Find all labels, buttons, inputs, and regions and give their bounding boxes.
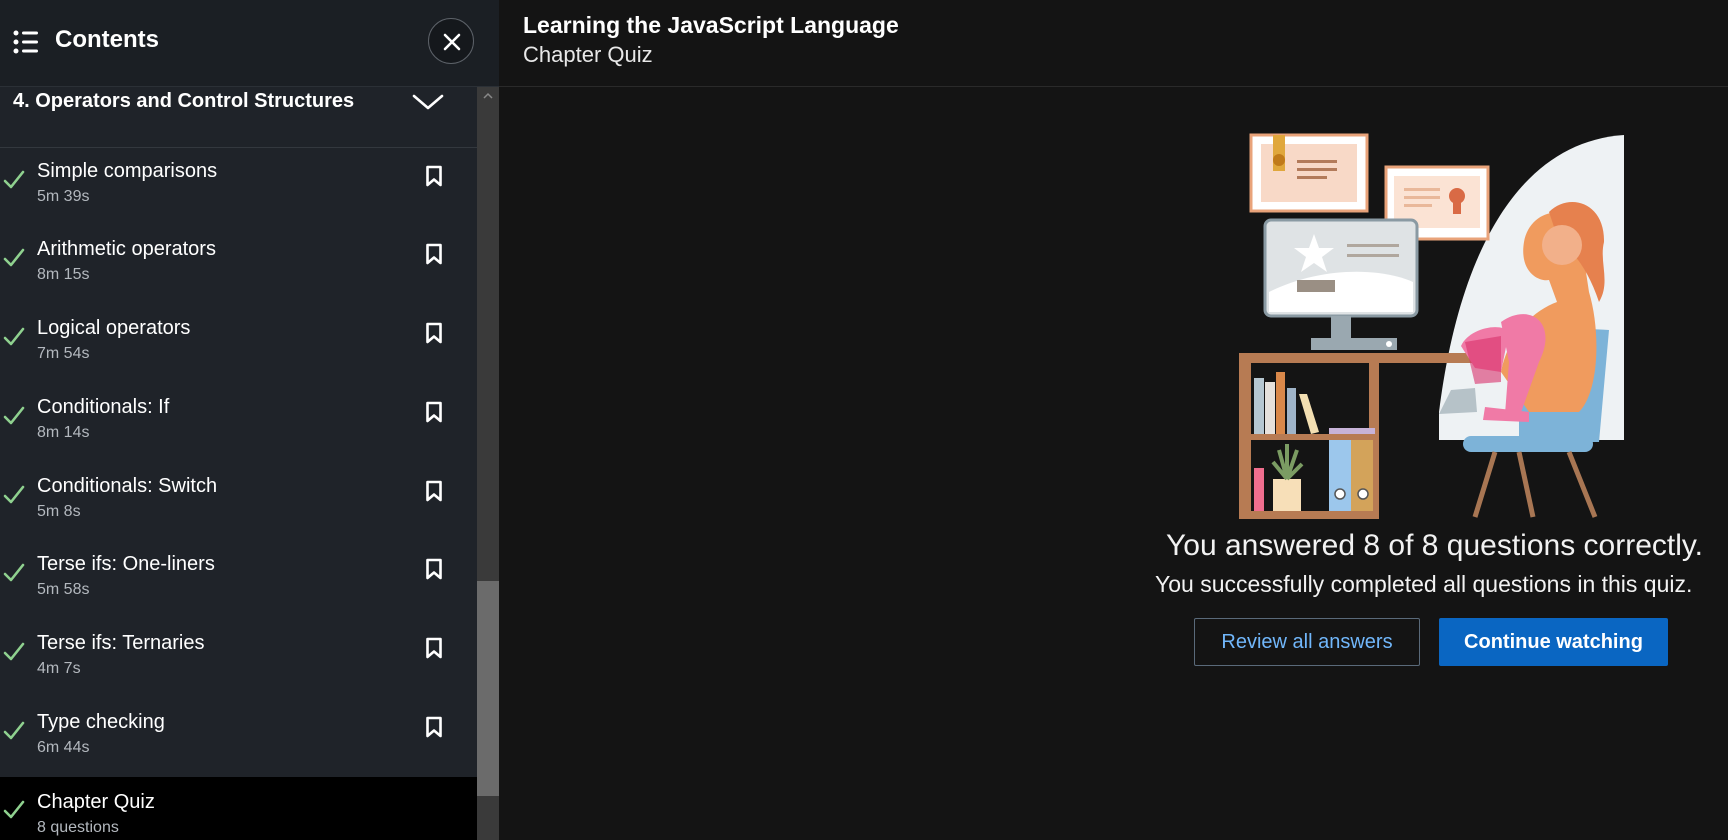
chapter-title: Chapter Quiz bbox=[523, 42, 653, 67]
review-answers-button[interactable]: Review all answers bbox=[1194, 618, 1420, 666]
item-title: Logical operators bbox=[37, 317, 191, 339]
bookmark-icon[interactable] bbox=[425, 243, 443, 265]
item-duration: 6m 44s bbox=[37, 739, 90, 756]
scrollbar-thumb[interactable] bbox=[477, 581, 499, 796]
list-item[interactable]: Terse ifs: Ternaries 4m 7s bbox=[0, 623, 477, 701]
check-icon bbox=[3, 170, 25, 189]
bookmark-icon[interactable] bbox=[425, 716, 443, 738]
list-icon bbox=[13, 30, 38, 54]
item-title: Conditionals: If bbox=[37, 396, 170, 418]
course-header: Learning the JavaScript Language Chapter… bbox=[499, 0, 1728, 87]
scroll-up-icon[interactable] bbox=[477, 87, 499, 105]
item-title: Simple comparisons bbox=[37, 160, 218, 182]
item-duration: 4m 7s bbox=[37, 660, 81, 677]
item-duration: 8m 15s bbox=[37, 266, 90, 283]
section-title: 4. Operators and Control Structures bbox=[13, 90, 355, 112]
main-panel: Learning the JavaScript Language Chapter… bbox=[499, 0, 1728, 840]
quiz-complete-illustration bbox=[1239, 133, 1624, 519]
bookmark-icon[interactable] bbox=[425, 637, 443, 659]
item-title: Type checking bbox=[37, 711, 165, 733]
check-icon bbox=[3, 800, 25, 819]
item-title: Arithmetic operators bbox=[37, 238, 216, 260]
close-icon bbox=[443, 33, 461, 51]
check-icon bbox=[3, 563, 25, 582]
sidebar-header: Contents bbox=[0, 0, 499, 87]
list-item[interactable]: Logical operators 7m 54s bbox=[0, 308, 477, 386]
item-title: Conditionals: Switch bbox=[37, 475, 218, 497]
result-subtext: You successfully completed all questions… bbox=[1155, 571, 1693, 597]
list-item[interactable]: Arithmetic operators 8m 15s bbox=[0, 229, 477, 307]
course-title: Learning the JavaScript Language bbox=[523, 12, 899, 38]
contents-sidebar: Contents 4. Operators and Control Struct… bbox=[0, 0, 499, 840]
item-title: Terse ifs: One-liners bbox=[37, 553, 215, 575]
item-duration: 5m 58s bbox=[37, 581, 90, 598]
sidebar-title: Contents bbox=[55, 26, 159, 53]
bookmark-icon[interactable] bbox=[425, 322, 443, 344]
check-icon bbox=[3, 485, 25, 504]
list-item[interactable]: Conditionals: Switch 5m 8s bbox=[0, 466, 477, 544]
item-duration: 7m 54s bbox=[37, 345, 90, 362]
check-icon bbox=[3, 642, 25, 661]
list-item[interactable]: Conditionals: If 8m 14s bbox=[0, 387, 477, 465]
bookmark-icon[interactable] bbox=[425, 401, 443, 423]
check-icon bbox=[3, 721, 25, 740]
item-duration: 5m 39s bbox=[37, 188, 90, 205]
list-item[interactable]: Terse ifs: One-liners 5m 58s bbox=[0, 544, 477, 622]
check-icon bbox=[3, 327, 25, 346]
bookmark-icon[interactable] bbox=[425, 558, 443, 580]
continue-watching-button[interactable]: Continue watching bbox=[1439, 618, 1668, 666]
chevron-down-icon[interactable] bbox=[411, 91, 445, 113]
item-duration: 8 questions bbox=[37, 819, 119, 836]
check-icon bbox=[3, 406, 25, 425]
contents-list[interactable]: 4. Operators and Control Structures Simp… bbox=[0, 87, 477, 840]
list-item[interactable]: Simple comparisons 5m 39s bbox=[0, 151, 477, 229]
bookmark-icon[interactable] bbox=[425, 165, 443, 187]
item-duration: 8m 14s bbox=[37, 424, 90, 441]
close-sidebar-button[interactable] bbox=[428, 18, 474, 64]
item-title: Terse ifs: Ternaries bbox=[37, 632, 205, 654]
result-headline: You answered 8 of 8 questions correctly. bbox=[1166, 529, 1703, 562]
bookmark-icon[interactable] bbox=[425, 480, 443, 502]
section-header[interactable]: 4. Operators and Control Structures bbox=[0, 87, 477, 148]
item-title: Chapter Quiz bbox=[37, 791, 155, 813]
check-icon bbox=[3, 248, 25, 267]
list-item-active[interactable]: Chapter Quiz 8 questions bbox=[0, 777, 477, 840]
item-duration: 5m 8s bbox=[37, 503, 81, 520]
list-item[interactable]: Type checking 6m 44s bbox=[0, 702, 477, 780]
